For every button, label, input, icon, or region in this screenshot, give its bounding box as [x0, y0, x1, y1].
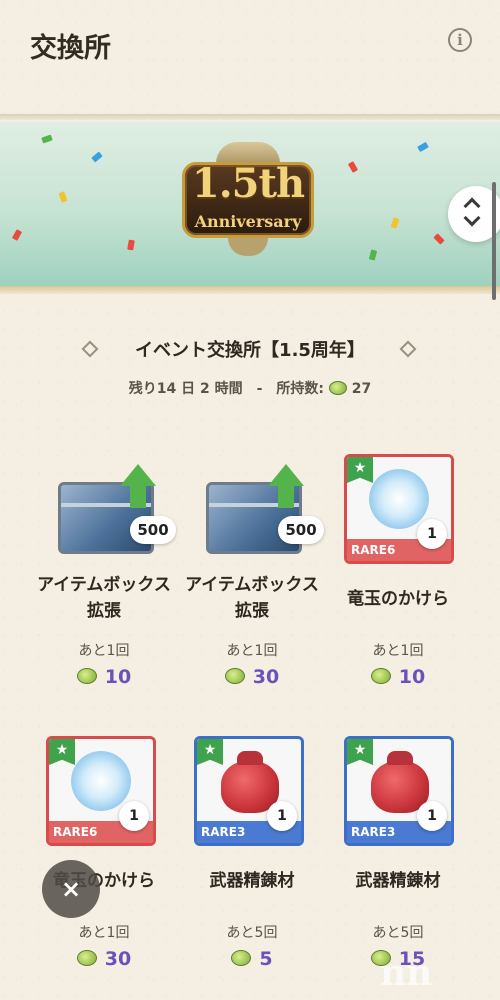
- item-name: アイテムボックス拡張: [37, 575, 171, 621]
- event-title: イベント交換所【1.5周年】: [135, 340, 365, 361]
- confetti: [11, 229, 23, 241]
- header: 交換所 i: [0, 0, 500, 88]
- item-card: ★ RARE3 1: [344, 736, 454, 846]
- price-value: 10: [104, 666, 132, 688]
- item-remaining: あと1回: [372, 643, 424, 659]
- item-card: ★ RARE3 1: [194, 736, 304, 846]
- currency-coin-icon: [224, 668, 245, 684]
- anniversary-emblem: 1.5th Anniversary: [172, 142, 324, 258]
- item-name: 竜玉のかけら: [347, 589, 449, 609]
- separator: -: [256, 381, 263, 397]
- quantity-badge: 1: [267, 801, 297, 831]
- confetti: [417, 141, 429, 153]
- exchange-item[interactable]: 500 アイテムボックス拡張 あと1回 10: [34, 454, 176, 714]
- close-button[interactable]: ×: [42, 860, 100, 918]
- quantity-badge: 1: [417, 519, 447, 549]
- item-remaining: あと1回: [226, 643, 278, 659]
- confetti: [41, 134, 53, 144]
- page-title: 交換所: [30, 33, 111, 64]
- quantity-badge: 1: [417, 801, 447, 831]
- item-price: 10: [34, 666, 174, 688]
- item-name: 武器精錬材: [209, 871, 295, 891]
- emblem-sub-text: Anniversary: [194, 212, 302, 231]
- item-remaining: あと5回: [372, 925, 424, 941]
- up-arrow-icon: [268, 464, 304, 486]
- remaining-time: 残り14 日 2 時間: [128, 381, 243, 397]
- item-remaining: あと1回: [78, 925, 130, 941]
- dragon-gem-icon: [71, 751, 131, 811]
- banner-border: [0, 286, 500, 294]
- item-card: ★ RARE6 1: [46, 736, 156, 846]
- confetti: [390, 217, 400, 229]
- quantity-badge: 500: [278, 516, 324, 544]
- owned-count: 27: [351, 381, 372, 397]
- currency-coin-icon: [328, 381, 347, 395]
- confetti: [347, 161, 359, 173]
- chevron-down-icon: [463, 209, 481, 227]
- currency-coin-icon: [76, 668, 97, 684]
- item-name: 武器精錬材: [355, 871, 441, 891]
- item-box-chest-icon: 500: [206, 454, 324, 566]
- item-card: ★ RARE6 1: [344, 454, 454, 564]
- up-arrow-icon: [120, 464, 156, 486]
- item-remaining: あと1回: [78, 643, 130, 659]
- scrollbar[interactable]: [492, 182, 496, 300]
- currency-coin-icon: [76, 950, 97, 966]
- dragon-gem-icon: [369, 469, 429, 529]
- emblem-main-text: 1.5th: [191, 160, 305, 207]
- confetti: [91, 151, 103, 163]
- event-subinfo: 残り14 日 2 時間 - 所持数: 27: [0, 378, 500, 402]
- price-value: 30: [104, 948, 132, 970]
- item-remaining: あと5回: [226, 925, 278, 941]
- divider: [0, 114, 500, 120]
- price-value: 10: [398, 666, 426, 688]
- currency-coin-icon: [370, 668, 391, 684]
- confetti: [127, 239, 135, 251]
- confetti: [433, 233, 445, 245]
- item-box-chest-icon: 500: [58, 454, 176, 566]
- exchange-item[interactable]: 500 アイテムボックス拡張 あと1回 30: [182, 454, 324, 714]
- exchange-item[interactable]: ★ RARE3 1 武器精錬材 あと5回 5: [182, 736, 322, 996]
- info-icon[interactable]: i: [448, 28, 472, 52]
- item-name: アイテムボックス拡張: [185, 575, 319, 621]
- item-price: 10: [328, 666, 468, 688]
- owned-label: 所持数:: [276, 381, 325, 397]
- confetti: [368, 249, 378, 261]
- item-price: 30: [182, 666, 322, 688]
- item-price: 30: [34, 948, 174, 970]
- item-price: 5: [182, 948, 322, 970]
- watermark-logo: nn: [380, 952, 433, 994]
- emblem-ornament-icon: [228, 238, 268, 256]
- currency-coin-icon: [231, 950, 252, 966]
- up-arrow-stem: [130, 484, 146, 508]
- exchange-item[interactable]: ★ RARE6 1 竜玉のかけら あと1回 10: [328, 454, 468, 714]
- quantity-badge: 1: [119, 801, 149, 831]
- price-value: 5: [259, 948, 273, 970]
- confetti: [58, 191, 68, 203]
- price-value: 30: [252, 666, 280, 688]
- quantity-badge: 500: [130, 516, 176, 544]
- up-arrow-stem: [278, 484, 294, 508]
